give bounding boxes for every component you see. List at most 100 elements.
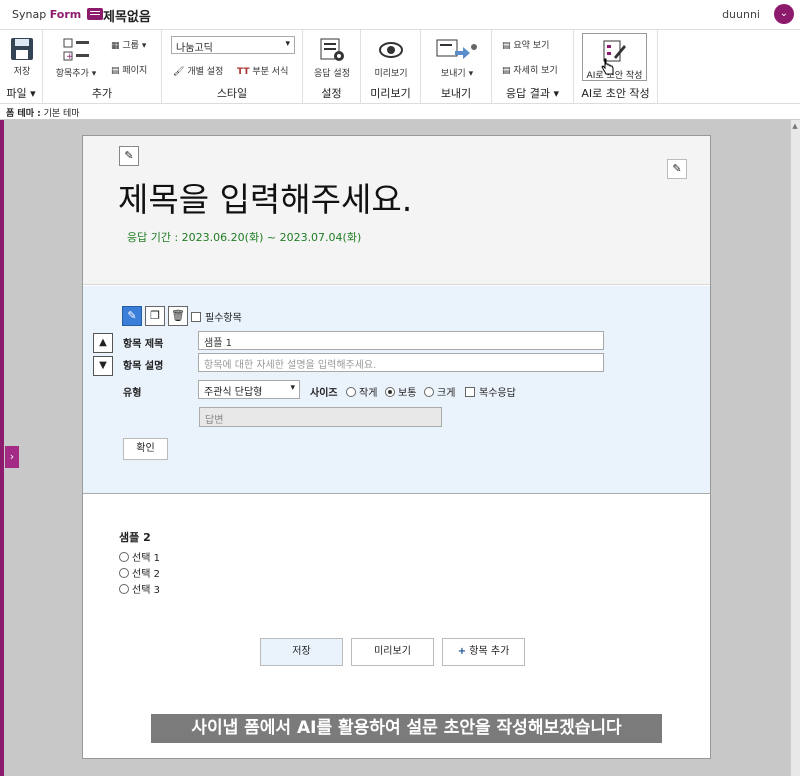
choice-2-label: 선택 2 [132, 569, 160, 580]
left-accent-bar [0, 120, 4, 776]
ribbon: 저장 파일 ▾ + 항목추가 ▾ ▦ 그룹 ▾ ▤ 페이지 추가 스타일 나눔고… [0, 30, 800, 104]
add-item-footer-button[interactable]: + 항목 추가 [442, 638, 525, 666]
type-label: 유형 [123, 388, 142, 399]
choice-3[interactable]: 선택 3 [119, 581, 160, 596]
multi-answer-checkbox[interactable]: 복수응답 [465, 384, 516, 399]
floppy-disk-icon [11, 38, 33, 60]
preview-ribbon-button[interactable]: 미리보기 [368, 37, 414, 79]
radio-icon [119, 584, 129, 594]
individual-setting-button[interactable]: 🖌 개별 설정 [173, 64, 223, 77]
text-format-icon: TT [237, 67, 250, 77]
required-checkbox[interactable]: 필수항목 [191, 309, 242, 324]
size-small-label: 작게 [359, 388, 378, 399]
radio-icon [119, 552, 129, 562]
send-label: 보내기 [440, 69, 466, 79]
choice-3-label: 선택 3 [132, 585, 160, 596]
confirm-button[interactable]: 확인 [123, 438, 168, 460]
choice-1[interactable]: 선택 1 [119, 549, 160, 564]
theme-value: 기본 테마 [43, 109, 80, 119]
copy-icon[interactable]: ❐ [145, 306, 165, 326]
ribbon-group-results: ▤ 요약 보기 ▤ 자세히 보기 응답 결과 ▾ [492, 30, 574, 104]
ribbon-group-file: 저장 파일 ▾ [0, 30, 43, 104]
add-item-button[interactable]: + 항목추가 ▾ [51, 37, 101, 79]
add-item-label: 항목추가 [55, 69, 89, 79]
preview-button[interactable]: 미리보기 [351, 638, 434, 666]
trash-icon[interactable]: 🗑 [168, 306, 188, 326]
send-icon [436, 39, 477, 59]
form-paper: ✎ ✎ 제목을 입력해주세요. 응답 기간 : 2023.06.20(화) ~ … [82, 135, 711, 759]
font-select[interactable]: 나눔고딕 [171, 36, 295, 54]
user-name[interactable]: duunni [722, 8, 760, 21]
radio-icon [119, 568, 129, 578]
settings-gear-icon [320, 38, 344, 61]
partial-format-button[interactable]: TT 부분 서식 [237, 64, 288, 77]
add-item-footer-label: 항목 추가 [469, 646, 510, 657]
item-title-input[interactable]: 샘플 1 [198, 331, 604, 350]
question-editor: ✎ ❐ 🗑 필수항목 ▲ ▼ 항목 제목 샘플 1 항목 설명 항목에 대한 자… [83, 286, 710, 494]
size-large-radio[interactable]: 크게 [424, 384, 455, 399]
group-button[interactable]: ▦ 그룹 ▾ [111, 38, 146, 51]
ai-group-label: AI로 초안 작성 [581, 87, 650, 100]
ribbon-group-send: 보내기 ▾ 보내기 [421, 30, 492, 104]
size-normal-label: 보통 [398, 388, 417, 399]
detail-view-button[interactable]: ▤ 자세히 보기 [502, 63, 558, 76]
svg-text:+: + [66, 52, 74, 62]
response-settings-label: 응답 설정 [314, 69, 350, 79]
user-menu-chevron-icon[interactable]: ⌄ [774, 4, 794, 24]
type-select[interactable]: 주관식 단답형 [198, 380, 300, 399]
response-period: 응답 기간 : 2023.06.20(화) ~ 2023.07.04(화) [127, 231, 362, 244]
save-ribbon-button[interactable]: 저장 [9, 37, 35, 77]
page-icon: ▤ [111, 66, 120, 76]
ribbon-group-settings: 응답 설정 설정 [303, 30, 361, 104]
eye-icon [379, 42, 403, 58]
individual-setting-label: 개별 설정 [187, 67, 224, 77]
move-up-chevron-icon[interactable]: ▲ [93, 333, 113, 353]
settings-group-label: 설정 [321, 87, 342, 100]
page-button[interactable]: ▤ 페이지 [111, 63, 147, 76]
add-item-icon: + [63, 38, 89, 62]
partial-format-label: 부분 서식 [252, 67, 289, 77]
results-group-text: 응답 결과 [505, 87, 550, 100]
size-label: 사이즈 [310, 388, 338, 399]
form-title[interactable]: 제목을 입력해주세요. [118, 173, 412, 221]
preview-label: 미리보기 [374, 69, 408, 79]
radio-selected-icon [385, 387, 395, 397]
file-group-label[interactable]: 파일 ▾ [0, 85, 42, 101]
edit-pencil-icon[interactable]: ✎ [122, 306, 142, 326]
ai-draft-button[interactable]: AI로 초안 작성 [582, 33, 647, 81]
form-header: ✎ ✎ 제목을 입력해주세요. 응답 기간 : 2023.06.20(화) ~ … [83, 136, 710, 285]
item-desc-input[interactable]: 항목에 대한 자세한 설명을 입력해주세요. [198, 353, 604, 372]
app-logo[interactable]: Synap Form [12, 8, 103, 21]
question-2-title[interactable]: 샘플 2 [119, 529, 151, 545]
results-group-label[interactable]: 응답 결과 ▾ [492, 85, 573, 101]
response-settings-button[interactable]: 응답 설정 [309, 37, 355, 79]
summary-view-label: 요약 보기 [513, 41, 550, 51]
group-label: 그룹 [122, 41, 139, 51]
edit-header-pencil-icon[interactable]: ✎ [119, 146, 139, 166]
scroll-up-icon[interactable]: ▲ [791, 122, 799, 130]
document-title[interactable]: 제목없음 [103, 6, 151, 25]
detail-doc-icon: ▤ [502, 66, 511, 76]
required-label: 필수항목 [205, 313, 242, 324]
required-checkbox-box [191, 312, 201, 322]
size-normal-radio[interactable]: 보통 [385, 384, 416, 399]
logo-icon [86, 8, 103, 20]
summary-view-button[interactable]: ▤ 요약 보기 [502, 38, 549, 51]
logo-text: Synap [12, 8, 47, 21]
vertical-scrollbar[interactable]: ▲ [790, 120, 800, 776]
group-grid-icon: ▦ [111, 41, 120, 51]
ai-edit-icon[interactable]: ✎ [667, 159, 687, 179]
style-group-label: 스타일 [216, 87, 248, 100]
send-group-label: 보내기 [440, 87, 472, 100]
side-panel-toggle-icon[interactable]: › [5, 446, 19, 468]
theme-bar[interactable]: 폼 테마 : 기본 테마 [0, 104, 800, 120]
ribbon-group-add: + 항목추가 ▾ ▦ 그룹 ▾ ▤ 페이지 추가 [43, 30, 162, 104]
item-desc-label: 항목 설명 [123, 361, 164, 372]
choice-2[interactable]: 선택 2 [119, 565, 160, 580]
subtitle-caption: 사이냅 폼에서 AI를 활용하여 설문 초안을 작성해보겠습니다 [151, 714, 662, 743]
save-button[interactable]: 저장 [260, 638, 343, 666]
move-down-chevron-icon[interactable]: ▼ [93, 356, 113, 376]
size-small-radio[interactable]: 작게 [346, 384, 377, 399]
answer-input[interactable]: 답변 [199, 407, 442, 427]
send-button[interactable]: 보내기 ▾ [431, 37, 483, 79]
